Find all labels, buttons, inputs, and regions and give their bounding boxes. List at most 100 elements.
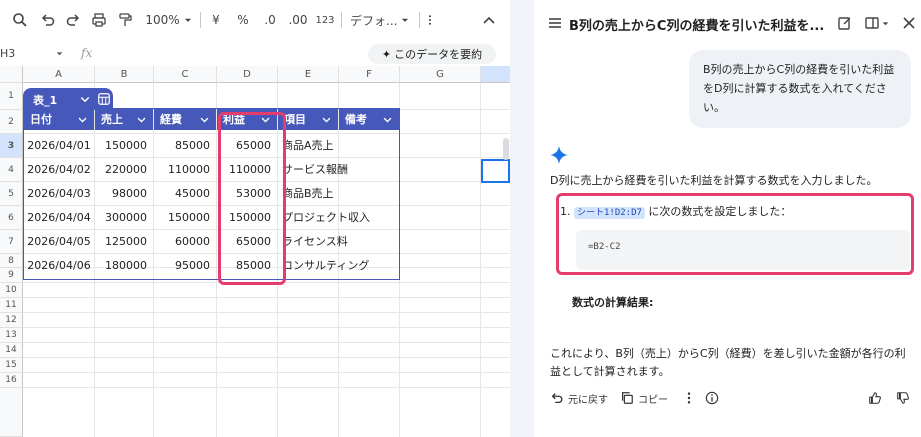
- zoom-select[interactable]: 100%: [144, 10, 194, 30]
- column-header-selected[interactable]: [481, 66, 510, 83]
- column-header[interactable]: D: [217, 66, 278, 83]
- undo-button[interactable]: 元に戻す: [550, 390, 608, 406]
- thumbs-up-icon[interactable]: [868, 390, 882, 406]
- info-icon[interactable]: [705, 390, 719, 406]
- cell-item[interactable]: 商品B売上: [278, 182, 378, 206]
- cell-sales[interactable]: 300000: [95, 206, 153, 230]
- cell-expenses[interactable]: 110000: [154, 158, 216, 182]
- cell-sales[interactable]: 220000: [95, 158, 153, 182]
- cell-expenses[interactable]: 60000: [154, 230, 216, 254]
- chevron-down-icon[interactable]: [79, 93, 91, 105]
- cell-date[interactable]: 2026/04/06: [24, 254, 94, 278]
- cell-item[interactable]: コンサルティング: [278, 254, 378, 278]
- more-vert-icon[interactable]: [424, 10, 436, 30]
- cell-expenses[interactable]: 95000: [154, 254, 216, 278]
- column-header[interactable]: C: [154, 66, 217, 83]
- chevron-down-icon[interactable]: [77, 114, 88, 125]
- cell-item[interactable]: ライセンス料: [278, 230, 378, 254]
- row-header[interactable]: 11: [0, 298, 23, 313]
- vertical-scrollbar[interactable]: [503, 138, 509, 160]
- currency-format-button[interactable]: ¥: [208, 10, 224, 30]
- cell-sales[interactable]: 180000: [95, 254, 153, 278]
- row-header[interactable]: 7: [0, 230, 23, 254]
- column-header[interactable]: E: [278, 66, 339, 83]
- cell-expenses[interactable]: 85000: [154, 134, 216, 158]
- chevron-down-icon[interactable]: [55, 49, 64, 58]
- cell-date[interactable]: 2026/04/05: [24, 230, 94, 254]
- row-header[interactable]: 2: [0, 110, 23, 134]
- cell-expenses[interactable]: 45000: [154, 182, 216, 206]
- table-name-tab[interactable]: 表_1: [23, 88, 113, 110]
- menu-icon[interactable]: [546, 14, 564, 32]
- cell-item[interactable]: サービス報酬: [278, 158, 378, 182]
- copy-button[interactable]: コピー: [620, 390, 668, 406]
- percent-format-button[interactable]: %: [235, 10, 251, 30]
- summarize-data-button[interactable]: ✦ このデータを要約: [368, 44, 496, 64]
- increase-decimal-button[interactable]: .00: [286, 10, 310, 30]
- table-view-icon[interactable]: [97, 92, 111, 106]
- table-header-date[interactable]: 日付: [24, 109, 94, 130]
- thumbs-down-icon[interactable]: [896, 390, 910, 406]
- chevron-down-icon[interactable]: [136, 114, 147, 125]
- row-header[interactable]: 10: [0, 283, 23, 298]
- column-header[interactable]: B: [95, 66, 154, 83]
- table-header-notes[interactable]: 備考: [339, 109, 399, 130]
- table-header-item[interactable]: 項目: [278, 109, 338, 130]
- selected-cell-h3[interactable]: [481, 159, 510, 183]
- column-header[interactable]: G: [400, 66, 481, 83]
- name-box[interactable]: H3: [0, 47, 15, 60]
- table-header-expenses[interactable]: 経費: [154, 109, 216, 130]
- row-header[interactable]: 5: [0, 182, 23, 206]
- print-icon[interactable]: [89, 10, 109, 30]
- gemini-sparkle-icon: [550, 146, 568, 164]
- redo-icon[interactable]: [63, 10, 83, 30]
- chevron-down-icon[interactable]: [199, 114, 210, 125]
- cell-item[interactable]: プロジェクト収入: [278, 206, 378, 230]
- chevron-down-icon[interactable]: [321, 114, 332, 125]
- cell-expenses[interactable]: 150000: [154, 206, 216, 230]
- row-header[interactable]: 8: [0, 254, 23, 268]
- toolbar-divider: [419, 12, 420, 28]
- gridline: [399, 83, 400, 437]
- cell-item[interactable]: 商品A売上: [278, 134, 378, 158]
- close-icon[interactable]: [900, 14, 918, 32]
- row-header[interactable]: 14: [0, 343, 23, 358]
- header-label: 備考: [345, 113, 367, 126]
- row-header[interactable]: 6: [0, 206, 23, 230]
- more-vert-icon[interactable]: [682, 390, 696, 406]
- cell-sales[interactable]: 150000: [95, 134, 153, 158]
- paint-format-icon[interactable]: [115, 10, 135, 30]
- header-label: 日付: [30, 113, 52, 126]
- row-header[interactable]: 4: [0, 158, 23, 182]
- chevron-down-icon[interactable]: [382, 114, 393, 125]
- cell-sales[interactable]: 98000: [95, 182, 153, 206]
- search-icon[interactable]: [10, 10, 30, 30]
- column-header[interactable]: A: [23, 66, 95, 83]
- profit-column-highlight: [218, 112, 286, 285]
- column-header[interactable]: F: [339, 66, 400, 83]
- collapse-toolbar-icon[interactable]: [480, 10, 498, 30]
- number-format-button[interactable]: 123: [314, 10, 336, 30]
- gemini-side-panel: B列の売上からC列の経費を引いた利益を... B列の売上からC列の経費を引いた利…: [534, 0, 921, 437]
- row-header[interactable]: 15: [0, 358, 23, 373]
- cell-date[interactable]: 2026/04/02: [24, 158, 94, 182]
- row-header[interactable]: 1: [0, 83, 23, 110]
- gridline: [480, 83, 481, 437]
- row-header[interactable]: 13: [0, 328, 23, 343]
- cell-date[interactable]: 2026/04/04: [24, 206, 94, 230]
- cell-sales[interactable]: 125000: [95, 230, 153, 254]
- table-header-sales[interactable]: 売上: [95, 109, 153, 130]
- row-header[interactable]: 9: [0, 268, 23, 283]
- cell-date[interactable]: 2026/04/01: [24, 134, 94, 158]
- panel-layout-icon[interactable]: [862, 14, 892, 32]
- cell-date[interactable]: 2026/04/03: [24, 182, 94, 206]
- row-header[interactable]: 16: [0, 373, 23, 388]
- new-chat-icon[interactable]: [836, 14, 854, 32]
- decrease-decimal-button[interactable]: .0: [259, 10, 281, 30]
- row-header[interactable]: 12: [0, 313, 23, 328]
- font-select[interactable]: デフォ...: [350, 10, 412, 30]
- select-all-corner[interactable]: [0, 66, 23, 83]
- undo-icon[interactable]: [38, 10, 58, 30]
- gridline: [23, 327, 510, 328]
- row-header-selected[interactable]: 3: [0, 134, 23, 158]
